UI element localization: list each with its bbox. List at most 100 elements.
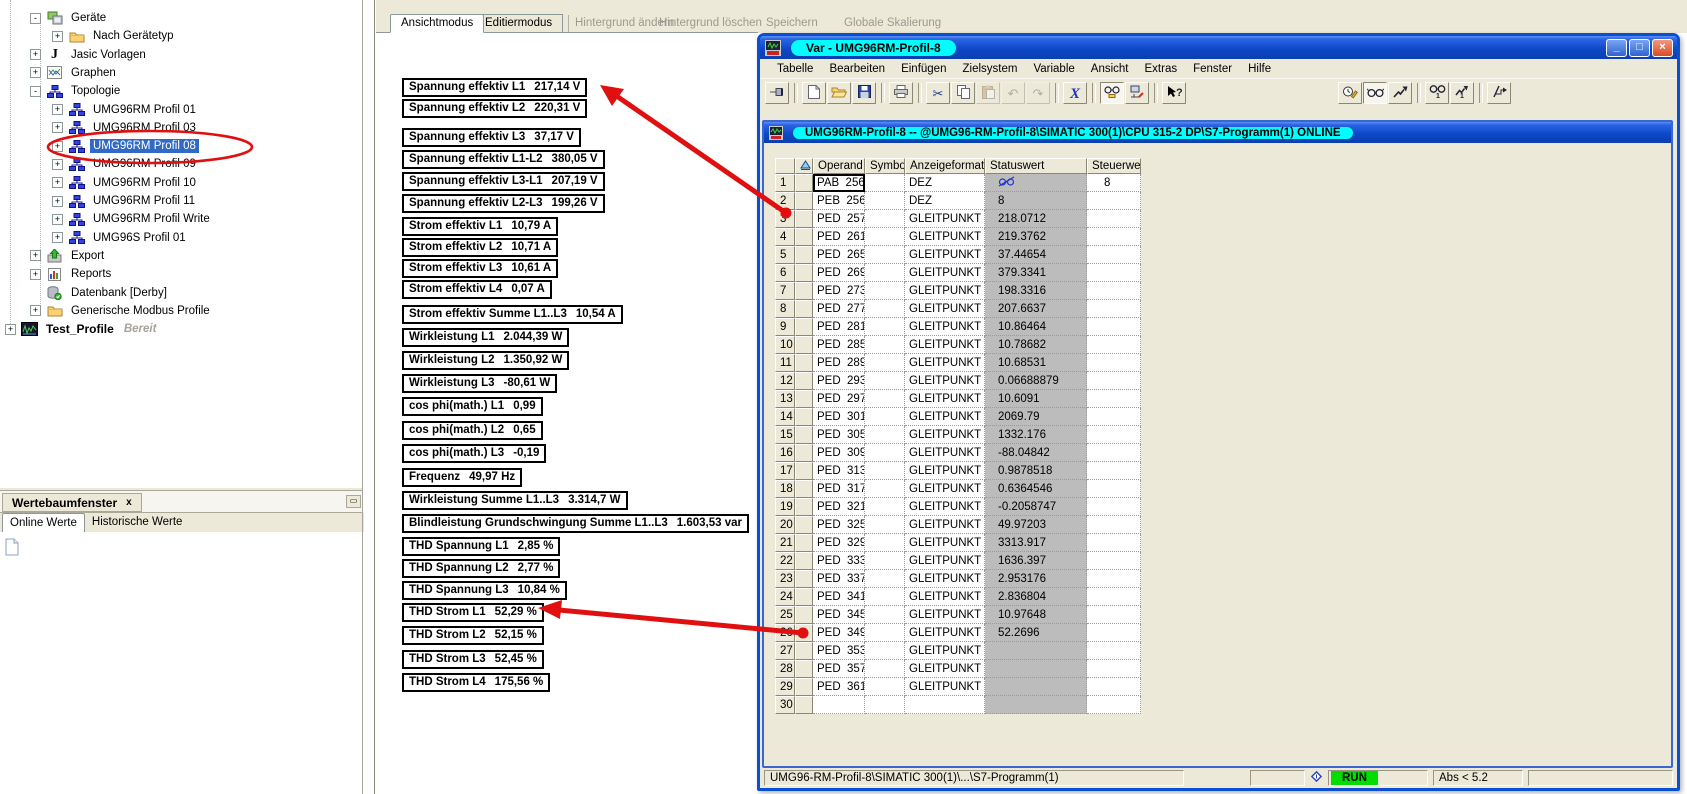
format-cell[interactable]: GLEITPUNKT [905,228,985,246]
tree-item-umg96rm-profil-03[interactable]: +UMG96RM Profil 03 [52,119,199,137]
print-button[interactable] [889,82,913,104]
operand-cell[interactable]: PED 309 [813,444,865,462]
column-header-statuswert[interactable]: Statuswert [985,158,1087,174]
row-number-cell[interactable]: 13 [775,390,795,408]
expander-plus-icon[interactable]: + [30,49,41,60]
row-number-cell[interactable]: 8 [775,300,795,318]
symbol-cell[interactable] [865,210,905,228]
row-number-cell[interactable]: 16 [775,444,795,462]
operand-cell[interactable]: PED 325 [813,516,865,534]
status-value-cell[interactable] [985,660,1087,678]
status-value-cell[interactable]: 10.68531 [985,354,1087,372]
row-number-cell[interactable]: 24 [775,588,795,606]
column-header-marker[interactable] [795,158,813,174]
control-value-cell[interactable] [1087,444,1141,462]
status-value-cell[interactable]: 3313.917 [985,534,1087,552]
status-value-cell[interactable]: 10.97648 [985,606,1087,624]
format-cell[interactable]: GLEITPUNKT [905,282,985,300]
format-cell[interactable]: GLEITPUNKT [905,588,985,606]
status-value-cell[interactable]: 10.86464 [985,318,1087,336]
tree-item-graphen[interactable]: +Graphen [30,64,119,82]
row-number-cell[interactable]: 25 [775,606,795,624]
row-number-cell[interactable]: 22 [775,552,795,570]
control-value-cell[interactable] [1087,642,1141,660]
marker-cell[interactable] [795,588,813,606]
symbol-cell[interactable] [865,696,905,714]
expander-plus-icon[interactable]: + [52,214,63,225]
format-cell[interactable]: GLEITPUNKT [905,426,985,444]
format-cell[interactable]: GLEITPUNKT [905,354,985,372]
marker-cell[interactable] [795,678,813,696]
trigger-button[interactable] [1487,82,1511,104]
status-value-cell[interactable] [985,678,1087,696]
operand-cell[interactable]: PEB 256 [813,192,865,210]
new-button[interactable] [802,82,826,104]
control-value-cell[interactable] [1087,282,1141,300]
close-button[interactable]: × [1652,39,1673,57]
control-value-cell[interactable] [1087,570,1141,588]
marker-cell[interactable] [795,354,813,372]
control-value-cell[interactable] [1087,336,1141,354]
control-value-cell[interactable] [1087,480,1141,498]
row-number-cell[interactable]: 30 [775,696,795,714]
control-value-cell[interactable] [1087,462,1141,480]
symbol-cell[interactable] [865,642,905,660]
menu-item-zielsystem[interactable]: Zielsystem [954,61,1025,77]
symbol-cell[interactable] [865,300,905,318]
format-cell[interactable]: DEZ [905,192,985,210]
marker-cell[interactable] [795,372,813,390]
marker-cell[interactable] [795,606,813,624]
status-value-cell[interactable]: 218.0712 [985,210,1087,228]
operand-cell[interactable]: PED 313 [813,462,865,480]
format-cell[interactable]: GLEITPUNKT [905,246,985,264]
format-cell[interactable]: GLEITPUNKT [905,300,985,318]
control-value-cell[interactable] [1087,192,1141,210]
format-cell[interactable]: GLEITPUNKT [905,480,985,498]
column-header-anzeigeformat[interactable]: Anzeigeformat [905,158,985,174]
marker-cell[interactable] [795,444,813,462]
operand-cell[interactable]: PED 353 [813,642,865,660]
watch-pencil-button[interactable] [1338,82,1362,104]
format-cell[interactable]: GLEITPUNKT [905,336,985,354]
control-value-cell[interactable] [1087,372,1141,390]
marker-cell[interactable] [795,246,813,264]
operand-cell[interactable]: PED 261 [813,228,865,246]
marker-cell[interactable] [795,282,813,300]
panel-restore-button[interactable]: ▭ [346,495,361,508]
operand-cell[interactable]: PED 361 [813,678,865,696]
format-cell[interactable]: GLEITPUNKT [905,642,985,660]
expander-minus-icon[interactable]: - [30,13,41,24]
symbol-cell[interactable] [865,498,905,516]
operand-cell[interactable]: PED 281 [813,318,865,336]
operand-cell[interactable]: PED 273 [813,282,865,300]
status-value-cell[interactable]: 198.3316 [985,282,1087,300]
cut-button[interactable]: ✂ [926,82,950,104]
format-cell[interactable]: GLEITPUNKT [905,210,985,228]
wertebaum-title-tab[interactable]: Wertebaumfenster x [2,493,142,512]
symbol-cell[interactable] [865,354,905,372]
tree-item-topologie[interactable]: -Topologie [30,82,123,100]
symbol-cell[interactable] [865,192,905,210]
document-icon[interactable] [5,538,20,559]
status-value-cell[interactable]: 10.6091 [985,390,1087,408]
format-cell[interactable]: GLEITPUNKT [905,498,985,516]
symbol-cell[interactable] [865,282,905,300]
control-value-cell[interactable] [1087,660,1141,678]
tab-online-werte[interactable]: Online Werte [2,513,85,532]
status-value-cell[interactable]: 1636.397 [985,552,1087,570]
row-number-cell[interactable]: 28 [775,660,795,678]
status-value-cell[interactable]: 379.3341 [985,264,1087,282]
expander-plus-icon[interactable]: + [30,250,41,261]
tree-item-umg96rm-profil-01[interactable]: +UMG96RM Profil 01 [52,101,199,119]
control-value-cell[interactable] [1087,624,1141,642]
marker-cell[interactable] [795,318,813,336]
status-value-cell[interactable]: 207.6637 [985,300,1087,318]
marker-cell[interactable] [795,192,813,210]
monitor-once-button[interactable]: 1 [1425,82,1449,104]
format-cell[interactable]: GLEITPUNKT [905,408,985,426]
status-value-cell[interactable]: -0.2058747 [985,498,1087,516]
row-number-cell[interactable]: 10 [775,336,795,354]
operand-cell[interactable] [813,696,865,714]
format-cell[interactable]: GLEITPUNKT [905,660,985,678]
marker-cell[interactable] [795,642,813,660]
